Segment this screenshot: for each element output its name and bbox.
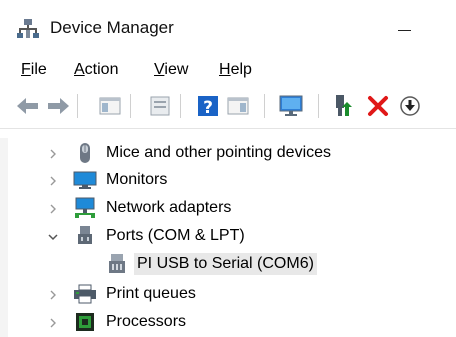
chevron-down-icon[interactable] [46,230,60,244]
show-hide-console-tree-icon[interactable] [96,92,124,120]
chevron-right-icon[interactable] [46,316,60,330]
tree-item-label: Monitors [106,171,168,188]
toolbar-separator [130,94,131,118]
menu-view[interactable]: View [154,59,188,81]
tree-item-label: Mice and other pointing devices [106,144,332,161]
chevron-right-icon[interactable] [46,174,60,188]
network-adapter-icon [75,197,95,218]
tree-item-label: Processors [106,313,187,330]
minimize-icon [398,30,411,31]
uninstall-x-icon[interactable] [364,92,392,120]
tree-item-label: Ports (COM & LPT) [106,227,245,244]
menu-help[interactable]: Help [219,59,252,81]
port-icon [78,226,92,244]
toolbar-separator [264,94,265,118]
forward-arrow-icon[interactable] [44,92,72,120]
action-pane-icon[interactable] [224,92,252,120]
toolbar: ? [0,88,456,124]
toolbar-separator [318,94,319,118]
tree-item-pi-usb-serial[interactable]: PI USB to Serial (COM6) [0,251,456,278]
tree-item-label: Network adapters [106,199,232,216]
device-manager-window: Device Manager File Action View Help ? M… [0,0,456,337]
tree-item-label: Print queues [106,285,196,302]
tree-item-monitors[interactable]: Monitors [0,167,456,194]
title-bar: Device Manager [0,0,456,52]
monitor-icon [73,171,97,189]
monitor-scan-icon[interactable] [277,92,305,120]
window-title: Device Manager [50,18,174,37]
processor-icon [76,313,94,331]
printer-icon [74,284,96,304]
enable-device-icon[interactable] [330,92,358,120]
minimize-button[interactable] [388,20,422,42]
tree-item-ports[interactable]: Ports (COM & LPT) [0,223,456,250]
tree-item-label: PI USB to Serial (COM6) [134,253,317,275]
menu-bar: File Action View Help [0,56,456,84]
chevron-right-icon[interactable] [46,288,60,302]
mouse-icon [80,143,90,163]
back-arrow-icon[interactable] [14,92,42,120]
chevron-right-icon[interactable] [46,147,60,161]
svg-text:?: ? [203,98,213,118]
toolbar-separator [77,94,78,118]
toolbar-separator [180,94,181,118]
update-driver-down-icon[interactable] [396,92,424,120]
toolbar-divider [0,128,456,129]
device-tree: Mice and other pointing devices Monitors… [0,138,456,337]
menu-action[interactable]: Action [74,59,118,81]
chevron-right-icon[interactable] [46,202,60,216]
device-manager-icon [17,19,39,38]
tree-item-mice[interactable]: Mice and other pointing devices [0,140,456,167]
tree-item-network-adapters[interactable]: Network adapters [0,195,456,222]
properties-icon[interactable] [146,92,174,120]
menu-file[interactable]: File [21,59,47,81]
tree-item-print-queues[interactable]: Print queues [0,281,456,308]
serial-port-icon [109,254,125,273]
help-icon[interactable]: ? [194,92,222,120]
tree-item-processors[interactable]: Processors [0,309,456,336]
